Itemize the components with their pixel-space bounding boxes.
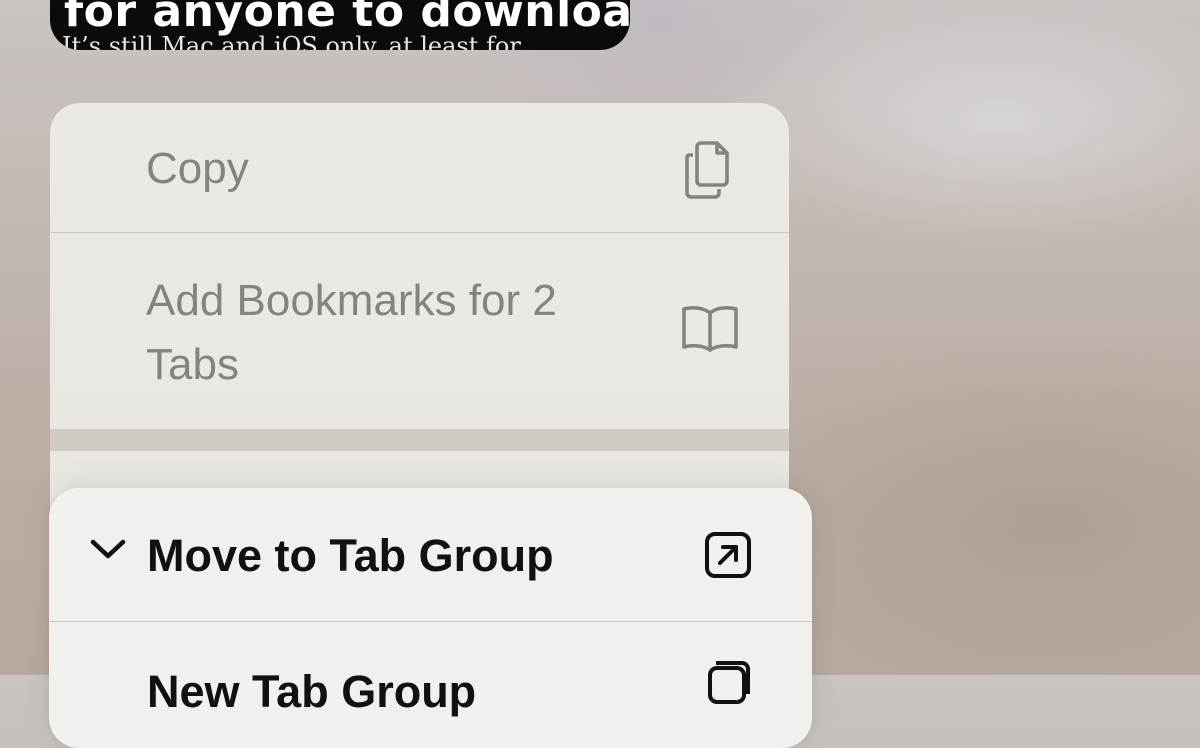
submenu-title: Move to Tab Group xyxy=(147,530,554,581)
new-tab-group-icon xyxy=(704,660,752,713)
submenu-header-move-to-tab-group[interactable]: Move to Tab Group xyxy=(49,488,812,622)
menu-item-add-bookmarks[interactable]: Add Bookmarks for 2 Tabs xyxy=(50,233,789,429)
menu-item-copy[interactable]: Copy xyxy=(50,103,789,233)
tab-group-submenu: Move to Tab Group New Tab Group xyxy=(49,488,812,748)
menu-item-copy-label: Copy xyxy=(146,144,249,193)
submenu-item-new-tab-group-label: New Tab Group xyxy=(147,666,477,717)
copy-icon xyxy=(683,137,739,206)
submenu-item-new-tab-group[interactable]: New Tab Group xyxy=(49,622,812,748)
chevron-down-icon[interactable] xyxy=(89,536,127,567)
article-preview-card[interactable]: for anyone to download It’s still Mac an… xyxy=(50,0,630,50)
menu-section-separator xyxy=(50,429,789,451)
arrow-up-right-square-icon xyxy=(704,531,752,584)
book-icon xyxy=(681,303,739,358)
menu-item-add-bookmarks-label: Add Bookmarks for 2 Tabs xyxy=(146,276,557,389)
article-subtitle: It’s still Mac and iOS only, at least fo… xyxy=(62,32,521,50)
